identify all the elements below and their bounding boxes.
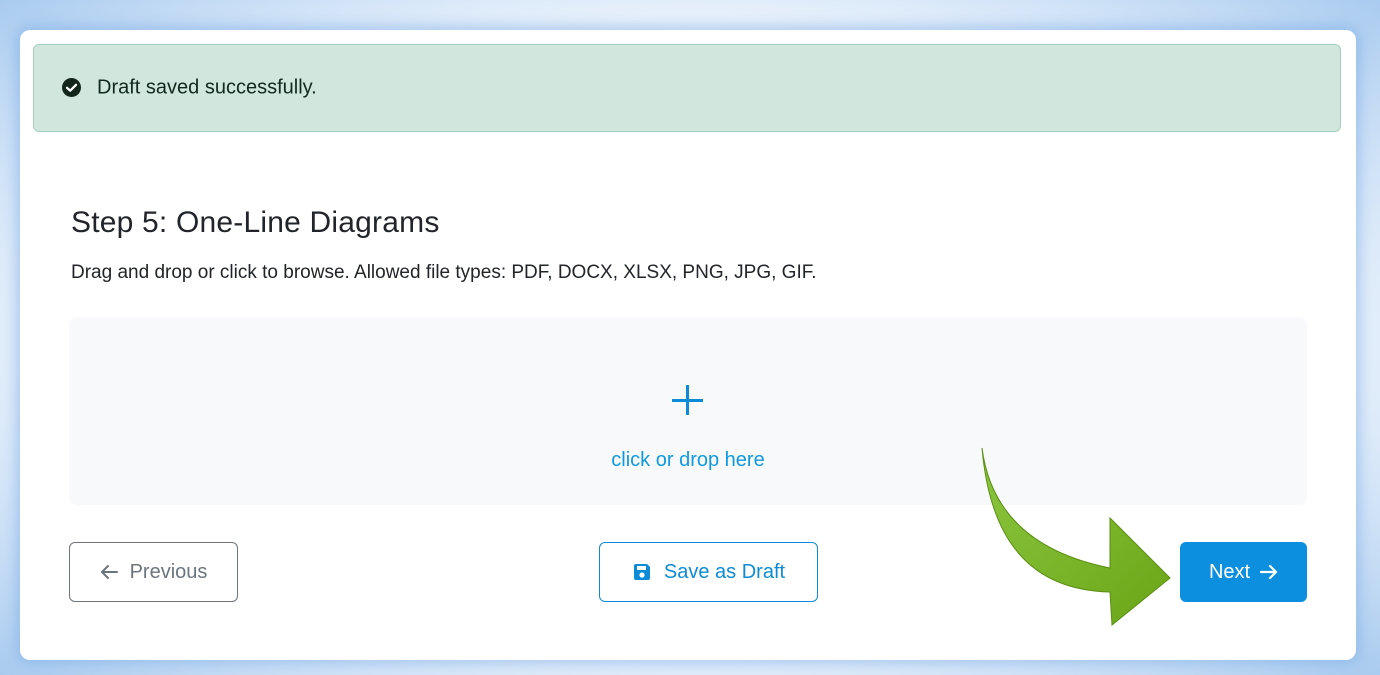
- next-button[interactable]: Next: [1180, 542, 1307, 602]
- arrow-left-icon: [100, 565, 118, 579]
- plus-icon: [672, 385, 704, 417]
- floppy-disk-icon: [633, 564, 650, 580]
- arrow-right-icon: [1260, 564, 1278, 580]
- save-draft-button[interactable]: Save as Draft: [599, 542, 818, 602]
- wizard-card: Draft saved successfully. Step 5: One-Li…: [20, 30, 1356, 660]
- check-circle-icon: [62, 78, 81, 97]
- step-instructions: Drag and drop or click to browse. Allowe…: [71, 262, 817, 283]
- alert-message: Draft saved successfully.: [97, 76, 317, 99]
- step-title: Step 5: One-Line Diagrams: [71, 206, 440, 239]
- success-alert: Draft saved successfully.: [33, 44, 1341, 132]
- previous-button[interactable]: Previous: [69, 542, 238, 602]
- previous-label: Previous: [129, 560, 208, 583]
- next-label: Next: [1208, 560, 1251, 583]
- dropzone-label: click or drop here: [611, 449, 765, 471]
- save-draft-label: Save as Draft: [663, 560, 786, 583]
- file-dropzone[interactable]: click or drop here: [69, 317, 1307, 505]
